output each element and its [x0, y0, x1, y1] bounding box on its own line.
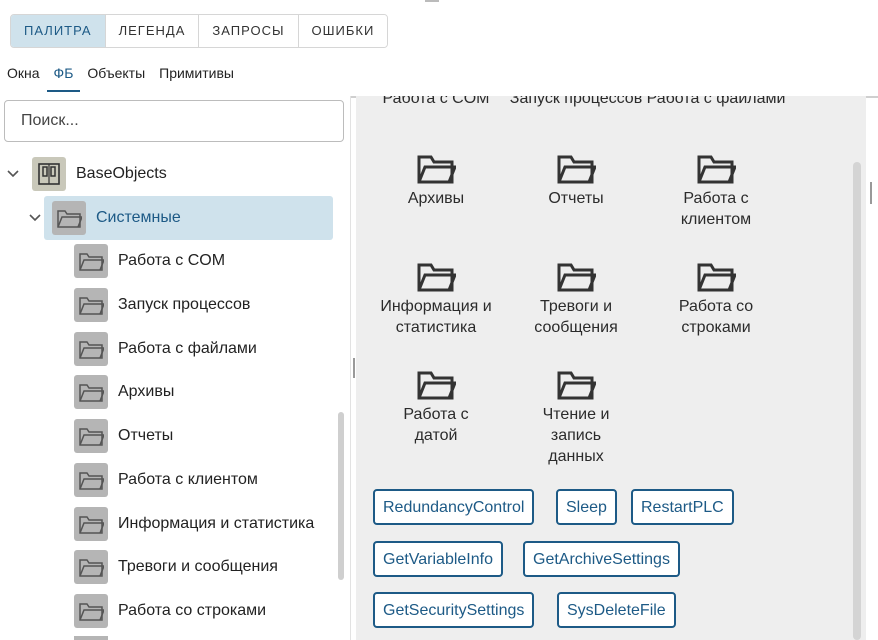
fb-button-sys-delete-file[interactable]: SysDeleteFile	[557, 592, 676, 628]
panel-divider	[350, 96, 351, 640]
grid-folder[interactable]: Чтение и запись данных	[506, 368, 646, 467]
resize-handle[interactable]	[353, 358, 355, 378]
subtab-primitives[interactable]: Примитивы	[152, 60, 241, 90]
tree-item[interactable]: Запуск процессов	[74, 283, 250, 327]
tree-scrollbar[interactable]	[338, 412, 344, 580]
folder-icon	[697, 263, 736, 292]
folder-icon	[74, 594, 108, 628]
grid-folder-label: Архивы	[407, 190, 465, 207]
tree-item[interactable]: Работа со строками	[74, 589, 266, 633]
tab-legend[interactable]: ЛЕГЕНДА	[105, 15, 200, 47]
grid-folder-label: Работа со строками	[678, 298, 754, 336]
folder-icon	[417, 263, 456, 292]
folder-icon	[74, 507, 108, 541]
folder-icon	[417, 371, 456, 400]
folder-icon	[74, 550, 108, 584]
folder-icon	[74, 463, 108, 497]
grid-folder-label: Тревоги и сообщения	[534, 298, 618, 336]
tree-label: Информация и статистика	[118, 515, 315, 532]
grid-folder[interactable]: Отчеты	[506, 152, 646, 209]
folder-icon	[52, 201, 86, 235]
folder-icon	[74, 636, 108, 640]
tree-item[interactable]: Информация и статистика	[74, 502, 314, 546]
grid-folder-label: Работа с COM	[382, 96, 490, 107]
grid-folder[interactable]: Тревоги и сообщения	[506, 260, 646, 338]
tree-node-selected[interactable]: Системные	[44, 196, 333, 240]
folder-icon	[74, 419, 108, 453]
fb-button-restart-plc[interactable]: RestartPLC	[631, 489, 734, 525]
grid-folder[interactable]: Запуск процессов	[506, 96, 646, 109]
tree-item[interactable]: Архивы	[74, 370, 174, 414]
tree-item[interactable]: Тревоги и сообщения	[74, 545, 278, 589]
folder-icon	[557, 263, 596, 292]
window-handle	[425, 0, 439, 2]
tree-label: Системные	[96, 209, 181, 226]
fb-button-get-security-settings[interactable]: GetSecuritySettings	[373, 592, 535, 628]
tree-item[interactable]: Отчеты	[74, 414, 173, 458]
tree-label: Работа с COM	[118, 252, 226, 269]
fb-button-sleep[interactable]: Sleep	[556, 489, 617, 525]
tab-queries[interactable]: ЗАПРОСЫ	[199, 15, 299, 47]
tree-label: Работа с файлами	[118, 340, 257, 357]
tab-errors[interactable]: ОШИБКИ	[298, 15, 388, 47]
tree-label: BaseObjects	[76, 165, 167, 182]
grid-folder-label: Работа с клиентом	[680, 190, 752, 228]
grid-folder-label: Работа с датой	[403, 406, 469, 444]
folder-icon	[417, 155, 456, 184]
tree-label: Работа со строками	[118, 602, 267, 619]
fb-button-redundancy-control[interactable]: RedundancyControl	[373, 489, 535, 525]
grid-folder-label: Чтение и запись данных	[542, 406, 610, 465]
grid-folder-label: Запуск процессов	[509, 96, 643, 107]
folder-icon	[74, 375, 108, 409]
sub-tabs: Окна ФБ Объекты Примитивы	[0, 60, 241, 94]
tree-node-baseobjects[interactable]: BaseObjects	[6, 152, 167, 196]
grid-folder-label: Отчеты	[548, 190, 604, 207]
folder-icon	[557, 155, 596, 184]
library-icon	[32, 157, 66, 191]
toolbar: ПАЛИТРА ЛЕГЕНДА ЗАПРОСЫ ОШИБКИ Окна ФБ О…	[0, 0, 878, 98]
folder-icon	[557, 371, 596, 400]
grid-folder[interactable]: Архивы	[366, 152, 506, 209]
chevron-down-icon[interactable]	[6, 167, 20, 181]
fb-button-get-archive-settings[interactable]: GetArchiveSettings	[523, 541, 680, 577]
folder-icon	[74, 332, 108, 366]
fb-button-get-variable-info[interactable]: GetVariableInfo	[373, 541, 503, 577]
folder-icon	[697, 155, 736, 184]
tree-label: Работа с клиентом	[118, 471, 258, 488]
subtab-fb[interactable]: ФБ	[46, 60, 81, 92]
subtab-windows[interactable]: Окна	[0, 60, 47, 90]
tree-item[interactable]: Работа с файлами	[74, 327, 257, 371]
tree-label: Отчеты	[118, 427, 174, 444]
tree-label: Тревоги и сообщения	[118, 558, 278, 575]
tree-label: Архивы	[118, 383, 175, 400]
main-tabs: ПАЛИТРА ЛЕГЕНДА ЗАПРОСЫ ОШИБКИ	[10, 14, 389, 48]
folder-icon	[74, 288, 108, 322]
grid-folder[interactable]: Работа с датой	[366, 368, 506, 446]
grid-folder-label: Работа с файлами	[646, 96, 786, 107]
grid-folder[interactable]: Работа со строками	[646, 260, 786, 338]
grid-folder[interactable]: Работа с файлами	[646, 96, 786, 109]
tree-item[interactable]: Работа с клиентом	[74, 458, 258, 502]
palette-scrollbar[interactable]	[853, 162, 861, 640]
tree-label: Запуск процессов	[118, 296, 251, 313]
grid-folder[interactable]: Работа с клиентом	[646, 152, 786, 230]
grid-folder-label: Информация и статистика	[380, 298, 492, 336]
tree-node-system[interactable]: Системные	[28, 196, 333, 240]
subtab-objects[interactable]: Объекты	[80, 60, 152, 90]
chevron-down-icon[interactable]	[28, 211, 42, 225]
resize-handle[interactable]	[870, 182, 872, 204]
tree-item[interactable]: Работа с COM	[74, 239, 225, 283]
palette-grid: Работа с COM Запуск процессов Работа с ф…	[356, 96, 866, 640]
tab-palette[interactable]: ПАЛИТРА	[11, 15, 106, 47]
tree-panel: BaseObjects Системные Работа с COM Запус…	[0, 96, 350, 640]
search-input[interactable]	[4, 100, 344, 142]
grid-folder[interactable]: Работа с COM	[366, 96, 506, 109]
folder-icon	[74, 244, 108, 278]
grid-folder[interactable]: Информация и статистика	[366, 260, 506, 338]
